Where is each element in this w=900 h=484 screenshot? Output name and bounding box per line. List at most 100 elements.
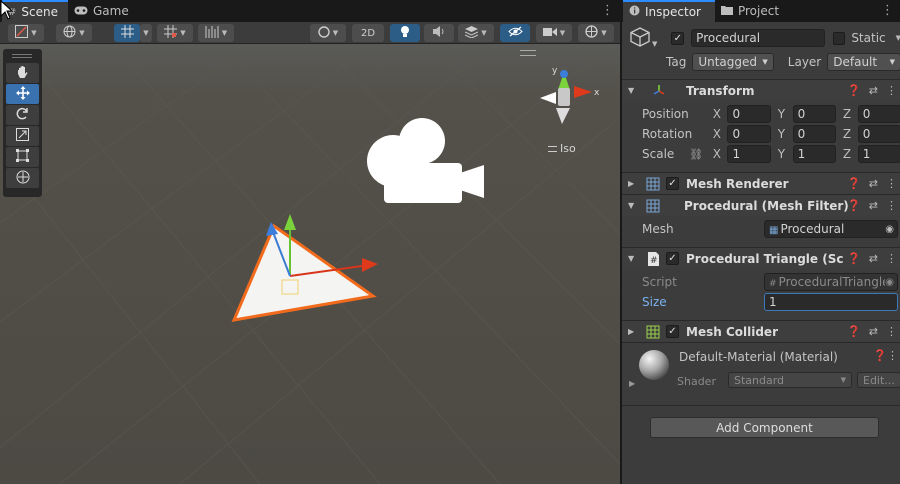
help-icon[interactable]: ❓ <box>847 325 861 338</box>
shader-dropdown: Standard ▼ <box>728 372 852 388</box>
help-icon[interactable]: ❓ <box>847 84 861 97</box>
rect-tool-button[interactable] <box>6 147 39 167</box>
foldout-arrow-icon[interactable]: ▼ <box>628 254 638 263</box>
transform-all-icon <box>16 170 30 187</box>
help-icon[interactable]: ❓ <box>847 177 861 190</box>
position-y-field[interactable]: 0 <box>792 105 836 123</box>
scene-audio-button[interactable] <box>424 24 454 42</box>
palette-grip-icon[interactable] <box>12 54 32 58</box>
shading-mode-dropdown[interactable]: ▼ <box>310 24 346 42</box>
object-icon-dropdown[interactable]: ▼ <box>652 40 657 48</box>
foldout-arrow-icon[interactable]: ▼ <box>628 86 638 95</box>
projection-toggle[interactable]: Iso <box>548 142 576 155</box>
preset-icon[interactable]: ⇄ <box>869 199 878 212</box>
effects-dropdown[interactable]: ▼ <box>458 24 494 42</box>
mesh-object-field[interactable]: ▦ Procedural ◉ <box>764 220 898 238</box>
tab-game[interactable]: Game <box>68 0 139 22</box>
context-menu-icon[interactable]: ⋮ <box>886 252 897 265</box>
overlay-menu-icon[interactable] <box>520 50 536 56</box>
rotation-x-field[interactable]: 0 <box>727 125 771 143</box>
toggle-2d-button[interactable]: 2D <box>352 24 384 42</box>
position-x-field[interactable]: 0 <box>727 105 771 123</box>
draw-mode-dropdown[interactable]: ▼ <box>8 24 44 42</box>
camera-gizmo-icon[interactable] <box>362 118 486 208</box>
svg-text:y: y <box>552 66 558 76</box>
object-active-checkbox[interactable]: ✓ <box>671 31 685 45</box>
axis-z-label: Z <box>842 127 852 141</box>
foldout-arrow-icon[interactable]: ▶ <box>629 379 635 388</box>
tab-project[interactable]: Project <box>715 0 789 22</box>
size-input[interactable]: 1 <box>764 293 898 311</box>
scale-z-field[interactable]: 1 <box>857 145 900 163</box>
preset-icon[interactable]: ⇄ <box>869 252 878 265</box>
foldout-arrow-icon[interactable]: ▼ <box>628 201 638 210</box>
rotate-tool-button[interactable] <box>6 105 39 125</box>
transform-icon <box>652 84 666 98</box>
shader-value: Standard <box>734 373 785 387</box>
scale-tool-button[interactable] <box>6 126 39 146</box>
add-component-label: Add Component <box>716 420 813 435</box>
object-name-field[interactable]: Procedural <box>691 29 825 47</box>
position-z-field[interactable]: 0 <box>857 105 900 123</box>
context-menu-icon[interactable]: ⋮ <box>887 349 898 362</box>
rotate-icon <box>16 107 29 123</box>
grid-snap-dropdown[interactable]: ▼ <box>140 24 152 42</box>
axis-x-label: X <box>712 127 721 141</box>
mesh-renderer-enabled-checkbox[interactable]: ✓ <box>666 177 679 190</box>
mesh-collider-header[interactable]: ▶ ✓ Mesh Collider ❓ ⇄ ⋮ <box>622 320 900 342</box>
transform-header[interactable]: ▼ Transform ❓ ⇄ ⋮ <box>622 79 900 101</box>
object-picker-icon[interactable]: ◉ <box>885 224 894 235</box>
orientation-gizmo[interactable]: y x <box>536 64 602 130</box>
script-component-header[interactable]: ▼ # ✓ Procedural Triangle (Script) ❓ ⇄ ⋮ <box>622 247 900 269</box>
tab-inspector[interactable]: Inspector <box>623 0 715 22</box>
svg-text:#: # <box>650 256 658 266</box>
mesh-filter-header[interactable]: ▼ Procedural (Mesh Filter) ❓ ⇄ ⋮ <box>622 194 900 216</box>
scene-view[interactable]: y x Iso <box>0 44 620 484</box>
help-icon[interactable]: ❓ <box>847 199 861 212</box>
grid-snap-button[interactable] <box>114 24 140 42</box>
static-dropdown[interactable]: ▼ <box>896 34 900 42</box>
more-options-icon[interactable]: ⋮ <box>881 3 894 18</box>
scale-y-field[interactable]: 1 <box>792 145 836 163</box>
tag-dropdown[interactable]: Untagged ▼ <box>692 53 774 71</box>
context-menu-icon[interactable]: ⋮ <box>886 199 897 212</box>
procedural-triangle-object[interactable] <box>228 210 386 326</box>
rotation-y-field[interactable]: 0 <box>792 125 836 143</box>
transform-tool-button[interactable] <box>6 168 39 188</box>
position-z-value: 0 <box>862 107 871 121</box>
preset-icon[interactable]: ⇄ <box>869 177 878 190</box>
context-menu-icon[interactable]: ⋮ <box>886 84 897 97</box>
move-tool-button[interactable] <box>6 84 39 104</box>
static-checkbox[interactable] <box>832 31 846 45</box>
help-icon[interactable]: ❓ <box>873 349 887 362</box>
size-label: Size <box>642 295 667 309</box>
help-icon[interactable]: ❓ <box>847 252 861 265</box>
script-enabled-checkbox[interactable]: ✓ <box>666 252 679 265</box>
ruler-dropdown[interactable]: ▼ <box>198 24 234 42</box>
context-menu-icon[interactable]: ⋮ <box>886 177 897 190</box>
scale-x-field[interactable]: 1 <box>727 145 771 163</box>
preset-icon[interactable]: ⇄ <box>869 84 878 97</box>
context-menu-icon[interactable]: ⋮ <box>886 325 897 338</box>
scene-lighting-button[interactable] <box>390 24 420 42</box>
mesh-collider-title: Mesh Collider <box>686 324 778 339</box>
constrain-proportions-icon[interactable]: ⛓ <box>689 148 713 161</box>
camera-settings-dropdown[interactable]: ▼ <box>536 24 572 42</box>
hand-tool-button[interactable] <box>6 63 39 83</box>
add-component-button[interactable]: Add Component <box>650 417 879 438</box>
audio-icon <box>432 26 446 40</box>
hidden-objects-toggle[interactable] <box>500 24 530 42</box>
rotation-z-field[interactable]: 0 <box>857 125 900 143</box>
gizmos-dropdown[interactable]: ▼ <box>578 24 614 42</box>
mesh-collider-enabled-checkbox[interactable]: ✓ <box>666 325 679 338</box>
gizmo-scene-dropdown[interactable]: ▼ <box>56 24 92 42</box>
more-options-icon[interactable]: ⋮ <box>601 3 614 18</box>
grid-snap-icon <box>120 25 134 41</box>
snap-increment-dropdown[interactable]: ▼ <box>157 24 193 42</box>
mesh-renderer-header[interactable]: ▶ ✓ Mesh Renderer ❓ ⇄ ⋮ <box>622 172 900 194</box>
layer-dropdown[interactable]: Default ▼ <box>827 53 900 71</box>
mesh-renderer-title: Mesh Renderer <box>686 176 789 191</box>
foldout-arrow-icon[interactable]: ▶ <box>628 327 638 336</box>
foldout-arrow-icon[interactable]: ▶ <box>628 179 638 188</box>
preset-icon[interactable]: ⇄ <box>869 325 878 338</box>
